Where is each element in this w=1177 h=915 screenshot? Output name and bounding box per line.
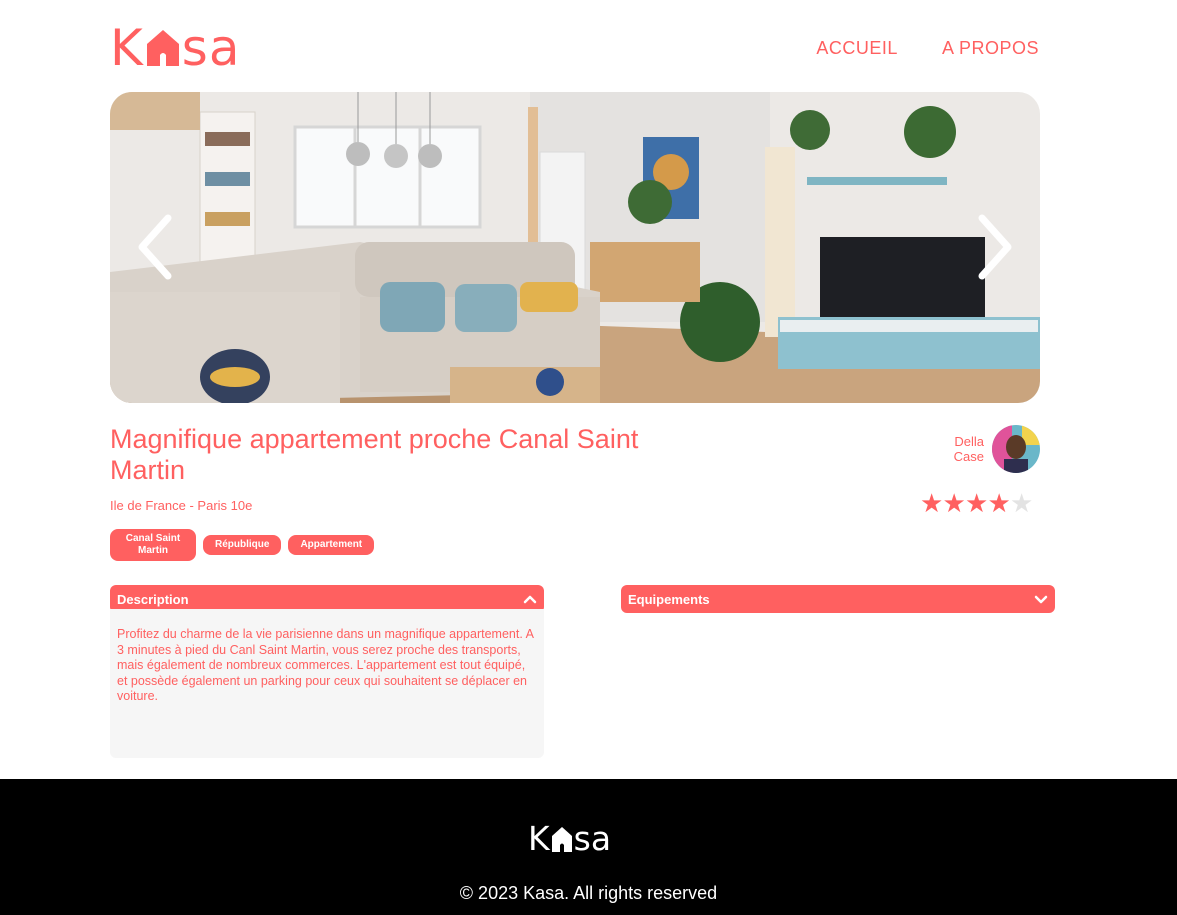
host-last-name: Case: [953, 449, 984, 464]
chevron-down-icon[interactable]: [1034, 594, 1048, 604]
host-info: Della Case: [944, 425, 1040, 473]
logo-letter-k: K: [110, 19, 144, 77]
equipments-collapse: Equipements: [621, 585, 1055, 613]
footer: K sa © 2023 Kasa. All rights reserved: [0, 779, 1177, 915]
nav-link-a-propos[interactable]: A PROPOS: [942, 38, 1039, 59]
listing-title: Magnifique appartement proche Canal Sain…: [110, 424, 639, 485]
house-icon: [146, 30, 179, 66]
listing-location: Ile de France - Paris 10e: [110, 498, 253, 513]
avatar: [992, 425, 1040, 473]
kasa-logo[interactable]: K sa: [110, 20, 241, 76]
star-empty-icon: ★: [1010, 488, 1034, 518]
footer-logo-letters-sa: sa: [573, 819, 612, 858]
chevron-right-icon[interactable]: [968, 212, 1018, 282]
copyright-text: © 2023 Kasa. All rights reserved: [459, 883, 718, 903]
apartment-photo: [110, 92, 1040, 403]
tag: République: [203, 535, 282, 555]
tag: Appartement: [288, 535, 375, 555]
chevron-up-icon[interactable]: [523, 594, 537, 604]
footer-logo-letter-k: K: [528, 819, 550, 858]
logo-letters-sa: sa: [181, 19, 241, 77]
star-filled-icon: ★: [942, 488, 966, 518]
description-text: Profitez du charme de la vie parisienne …: [110, 609, 544, 758]
main-nav: ACCUEIL A PROPOS: [816, 38, 1039, 59]
rating-stars: ★ ★ ★ ★ ★: [920, 488, 1033, 518]
description-title: Description: [117, 591, 189, 607]
equipments-title: Equipements: [628, 591, 710, 607]
tag: Canal Saint Martin: [110, 529, 196, 561]
star-filled-icon: ★: [987, 488, 1011, 518]
star-filled-icon: ★: [965, 488, 989, 518]
house-icon: [551, 826, 572, 852]
footer-logo: K sa: [528, 821, 611, 857]
star-filled-icon: ★: [920, 488, 944, 518]
chevron-left-icon[interactable]: [132, 212, 182, 282]
nav-link-accueil[interactable]: ACCUEIL: [816, 38, 898, 59]
description-collapse: Description Profitez du charme de la vie…: [110, 585, 544, 758]
host-first-name: Della: [954, 434, 984, 449]
photo-carousel: [110, 92, 1040, 403]
tag-list: Canal Saint Martin République Appartemen…: [110, 529, 375, 561]
equipments-collapse-header[interactable]: Equipements: [621, 585, 1055, 613]
host-name: Della Case: [944, 434, 984, 464]
